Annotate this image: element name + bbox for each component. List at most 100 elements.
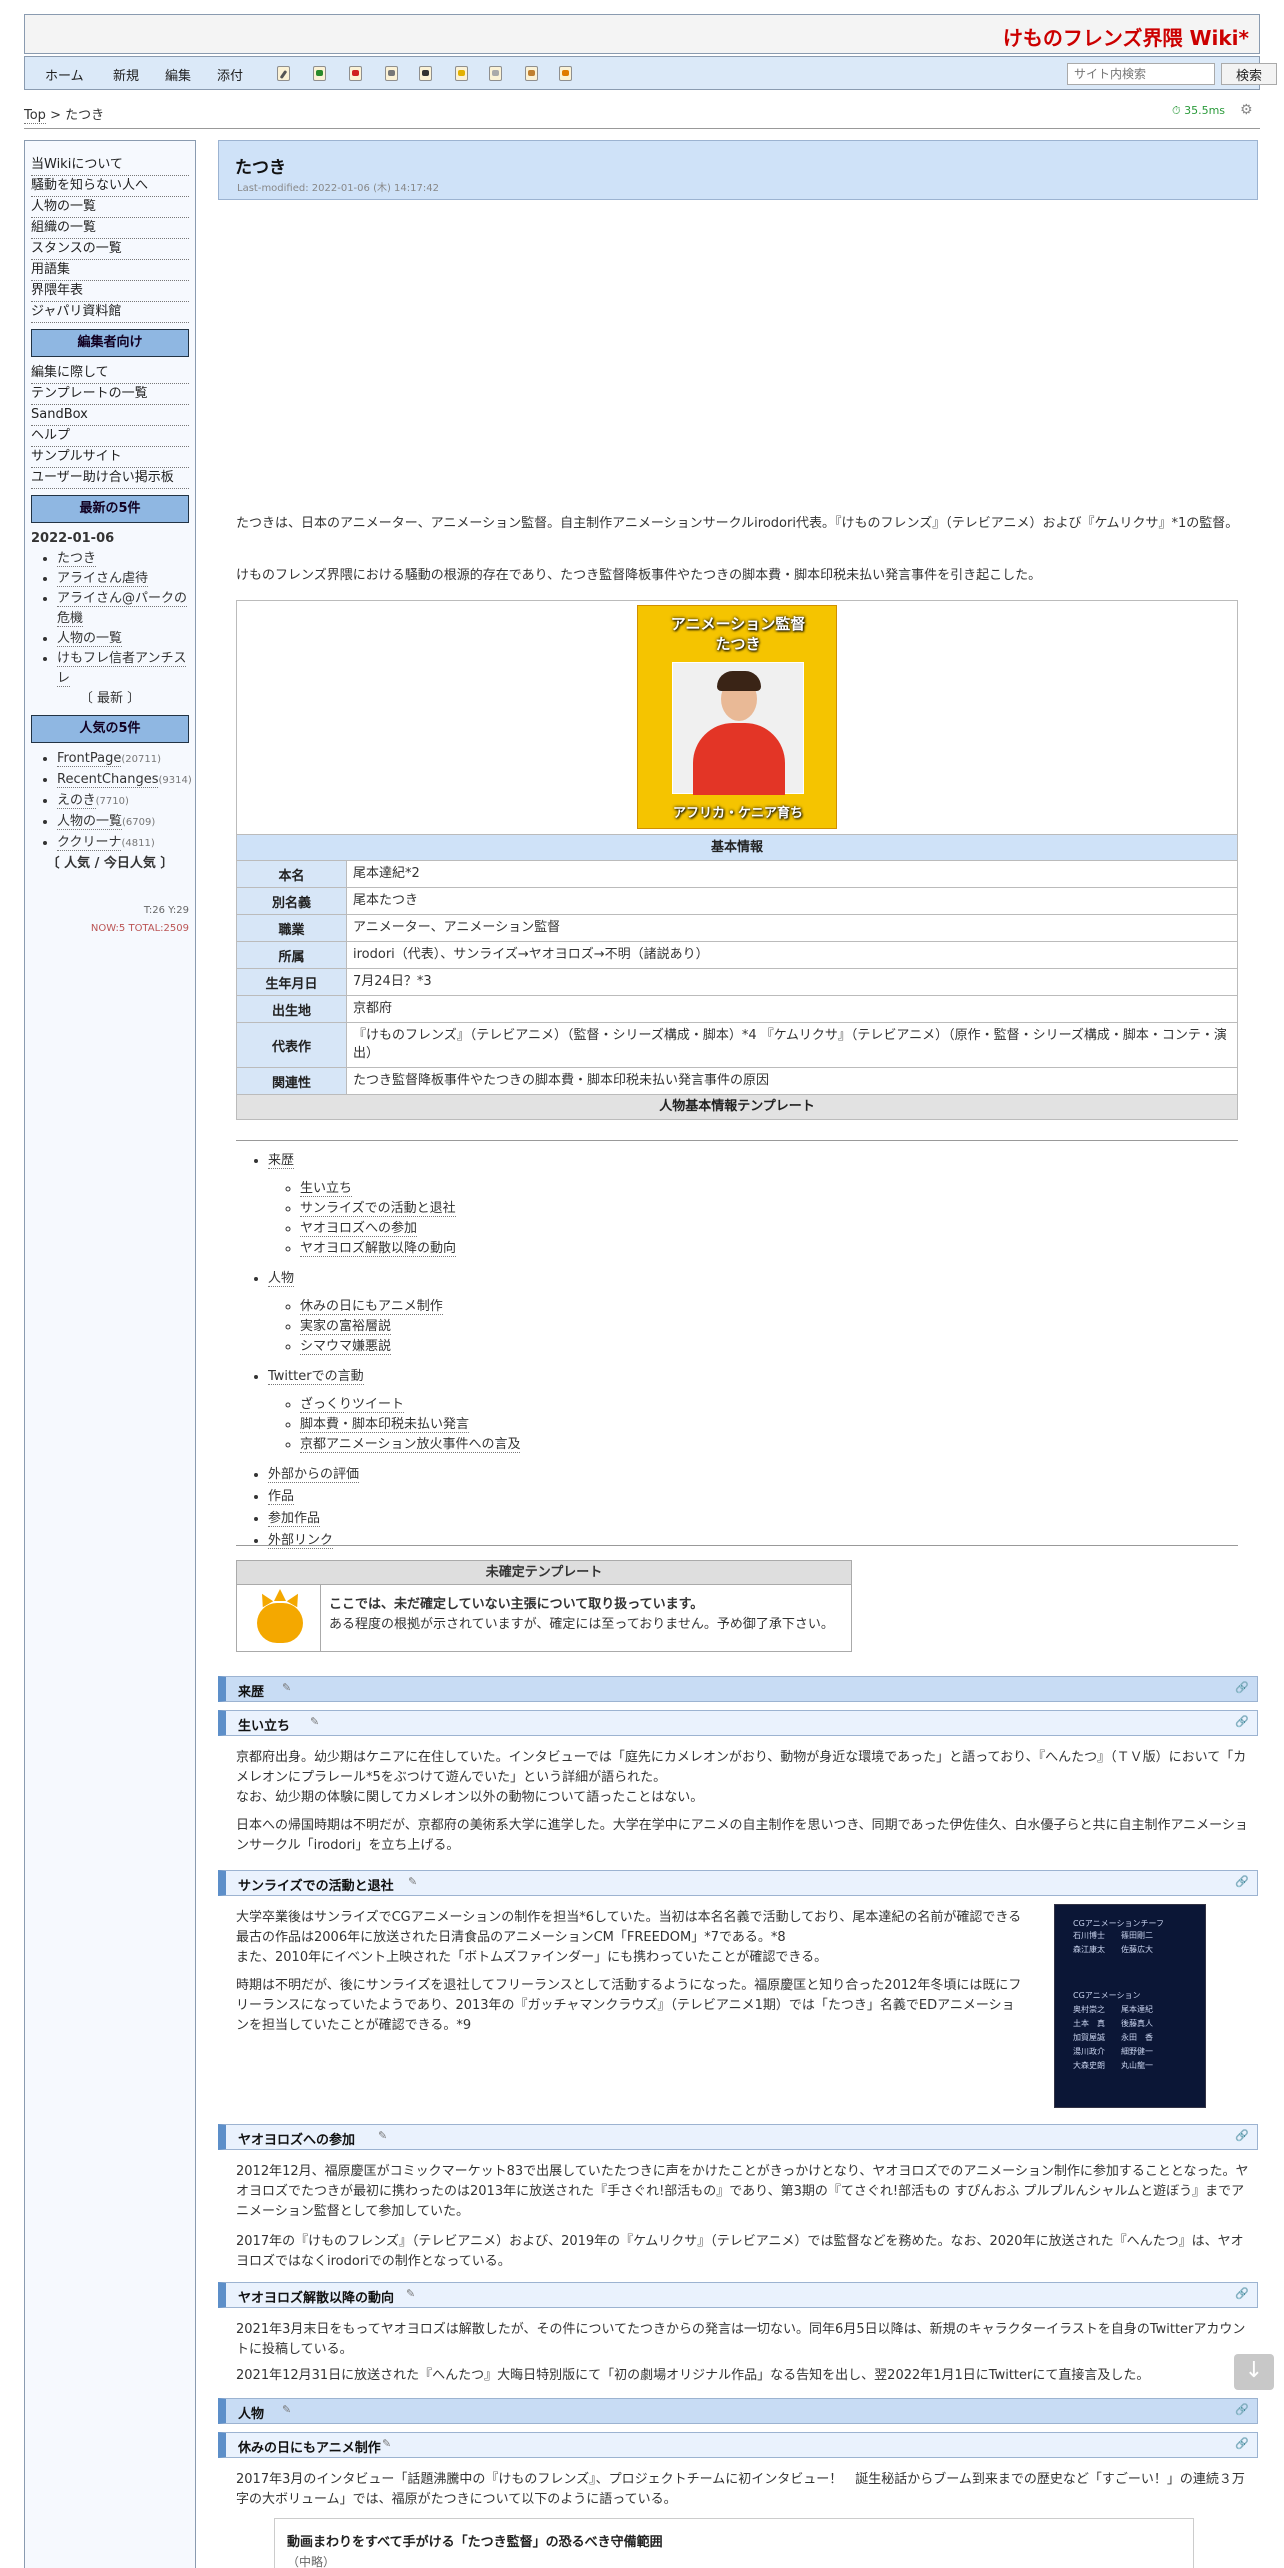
- popular-link[interactable]: RecentChanges: [57, 772, 159, 788]
- edit-icon[interactable]: ✎: [310, 1715, 320, 1728]
- toc-link[interactable]: 休みの日にもアニメ制作: [300, 1299, 443, 1315]
- toc-link[interactable]: 外部からの評価: [268, 1467, 360, 1483]
- latest-link[interactable]: 人物の一覧: [57, 631, 123, 647]
- info-value: 7月24日？*3: [353, 974, 432, 989]
- lock-icon[interactable]: [455, 66, 468, 81]
- edit-icon[interactable]: ✎: [282, 1681, 292, 1694]
- toc-link[interactable]: 人物: [268, 1271, 295, 1287]
- anchor-icon[interactable]: 🔗: [1235, 1875, 1249, 1888]
- search-button[interactable]: 検索: [1221, 63, 1277, 85]
- sidebar-link[interactable]: テンプレートの一覧: [31, 384, 189, 405]
- anchor-icon[interactable]: 🔗: [1235, 1681, 1249, 1694]
- sidebar-link[interactable]: サンプルサイト: [31, 447, 189, 468]
- edit-icon[interactable]: ✎: [378, 2129, 388, 2142]
- nav-new[interactable]: 新規: [113, 65, 139, 84]
- infobox-image-cell: アニメーション監督 たつき アフリカ・ケニア育ち: [237, 601, 1237, 835]
- sidebar-link[interactable]: 編集に際して: [31, 363, 189, 384]
- sidebar-link[interactable]: ユーザー助け合い掲示板: [31, 468, 189, 489]
- latest-link[interactable]: けもフレ信者アンチスレ: [57, 651, 187, 687]
- table-row: 本名 尾本達紀*2: [237, 861, 1237, 888]
- toc-link[interactable]: 参加作品: [268, 1511, 321, 1527]
- latest-more-link[interactable]: 〔 最新 〕: [31, 689, 189, 709]
- sidebar-link[interactable]: ジャパリ資料館: [31, 302, 189, 323]
- popular-count: (9314): [158, 775, 192, 786]
- paragraph: 時期は不明だが、後にサンライズを退社してフリーランスとして活動するようになった。…: [236, 1978, 1022, 2033]
- latest-list: たつき アライさん虐待 アライさん@パークの危機 人物の一覧 けもフレ信者アンチ…: [31, 549, 189, 689]
- sidebar-link[interactable]: 組織の一覧: [31, 218, 189, 239]
- history-icon[interactable]: [489, 66, 502, 81]
- toc-link[interactable]: 生い立ち: [300, 1181, 353, 1197]
- anchor-icon[interactable]: 🔗: [1235, 2287, 1249, 2300]
- popular-link[interactable]: 人物の一覧: [57, 814, 123, 830]
- latest-date: 2022-01-06: [31, 531, 115, 546]
- toc-link[interactable]: 来歴: [268, 1153, 295, 1169]
- infobox-template-label: 人物基本情報テンプレート: [237, 1095, 1237, 1119]
- toc-link[interactable]: 作品: [268, 1489, 295, 1505]
- nav-edit[interactable]: 編集: [165, 65, 191, 84]
- paragraph: 京都府出身。幼少期はケニアに在住していた。インタビューでは「庭先にカメレオンがお…: [236, 1750, 1247, 1785]
- toc-item: シマウマ嫌悪説: [300, 1337, 1238, 1357]
- anchor-icon[interactable]: 🔗: [1235, 2403, 1249, 2416]
- sidebar-link[interactable]: 当Wikiについて: [31, 155, 189, 176]
- popular-list: FrontPage(20711) RecentChanges(9314) えのき…: [31, 749, 192, 854]
- toc-link[interactable]: 外部リンク: [268, 1533, 334, 1549]
- sidebar-link[interactable]: スタンスの一覧: [31, 239, 189, 260]
- toc-link[interactable]: サンライズでの活動と退社: [300, 1201, 456, 1217]
- list-item: えのき(7710): [57, 791, 189, 812]
- gear-icon[interactable]: ⚙: [1240, 102, 1253, 118]
- last-modified: Last-modified: 2022-01-06 (木) 14:17:42: [237, 183, 439, 194]
- quote-box: 動画まわりをすべて手がける「たつき監督」の恐るべき守備範囲 （中略）: [274, 2518, 1194, 2568]
- list-item: 人物の一覧(6709): [57, 812, 189, 833]
- intro-paragraph: けものフレンズ界隈における騒動の根源的存在であり、たつき監督降板事件やたつきの脚…: [236, 568, 1042, 583]
- latest-link[interactable]: アライさん@パークの危機: [57, 591, 188, 627]
- rss-icon[interactable]: [559, 66, 572, 81]
- pencil-icon[interactable]: [277, 66, 290, 81]
- edit-icon[interactable]: ✎: [382, 2437, 392, 2450]
- nav-home[interactable]: ホーム: [45, 65, 84, 84]
- sidebar-link[interactable]: 人物の一覧: [31, 197, 189, 218]
- toc-link[interactable]: 脚本費・脚本印税未払い発言: [300, 1417, 470, 1433]
- toc-link[interactable]: 実家の富裕層説: [300, 1319, 392, 1335]
- poster-footer: アフリカ・ケニア育ち: [672, 806, 803, 821]
- toc-link[interactable]: シマウマ嫌悪説: [300, 1339, 392, 1355]
- table-row: 出生地 京都府: [237, 996, 1237, 1023]
- sidebar-link[interactable]: 騒動を知らない人へ: [31, 176, 189, 197]
- backup-icon[interactable]: [419, 66, 432, 81]
- list-icon[interactable]: [525, 66, 538, 81]
- anchor-icon[interactable]: 🔗: [1235, 1715, 1249, 1728]
- latest-link[interactable]: たつき: [57, 551, 97, 567]
- popular-more-link[interactable]: 〔 人気 / 今日人気 〕: [31, 854, 189, 874]
- toc-item: 実家の富裕層説: [300, 1317, 1238, 1337]
- nav-attach[interactable]: 添付: [217, 65, 243, 84]
- table-row: 生年月日 7月24日？*3: [237, 969, 1237, 996]
- sidebar-link[interactable]: SandBox: [31, 405, 189, 426]
- page-load-time: ⏱ 35.5ms: [1172, 104, 1226, 117]
- edit-icon[interactable]: ✎: [408, 1875, 418, 1888]
- sidebar-link[interactable]: ヘルプ: [31, 426, 189, 447]
- delete-page-icon[interactable]: [349, 66, 362, 81]
- sidebar-link[interactable]: 界隈年表: [31, 281, 189, 302]
- edit-icon[interactable]: ✎: [406, 2287, 416, 2300]
- info-key: 所属: [237, 942, 347, 968]
- toc-link[interactable]: Twitterでの言動: [268, 1369, 364, 1385]
- anchor-icon[interactable]: 🔗: [1235, 2129, 1249, 2142]
- toc-link[interactable]: ヤオヨロズ解散以降の動向: [300, 1241, 457, 1257]
- toc-link[interactable]: ざっくりツイート: [300, 1397, 405, 1413]
- sidebar-link[interactable]: 用語集: [31, 260, 189, 281]
- scroll-down-icon[interactable]: ↓: [1234, 2354, 1274, 2390]
- copy-page-icon[interactable]: [313, 66, 326, 81]
- toc-link[interactable]: ヤオヨロズへの参加: [300, 1221, 418, 1237]
- infobox-heading: 基本情報: [237, 835, 1237, 861]
- anchor-icon[interactable]: 🔗: [1235, 2437, 1249, 2450]
- toc-link[interactable]: 京都アニメーション放火事件への言及: [300, 1437, 521, 1453]
- diff-icon[interactable]: [385, 66, 398, 81]
- site-title[interactable]: けものフレンズ界隈 Wiki*: [1003, 22, 1249, 51]
- popular-link[interactable]: えのき: [57, 793, 96, 809]
- popular-link[interactable]: FrontPage: [57, 751, 122, 767]
- breadcrumb-top[interactable]: Top: [24, 108, 46, 124]
- latest-link[interactable]: アライさん虐待: [57, 571, 149, 587]
- edit-icon[interactable]: ✎: [282, 2403, 292, 2416]
- popular-link[interactable]: ククリーナ: [57, 835, 122, 851]
- search-input[interactable]: [1067, 63, 1215, 85]
- unconfirmed-template: 未確定テンプレート ここでは、未だ確定していない主張について取り扱っています。 …: [236, 1560, 852, 1652]
